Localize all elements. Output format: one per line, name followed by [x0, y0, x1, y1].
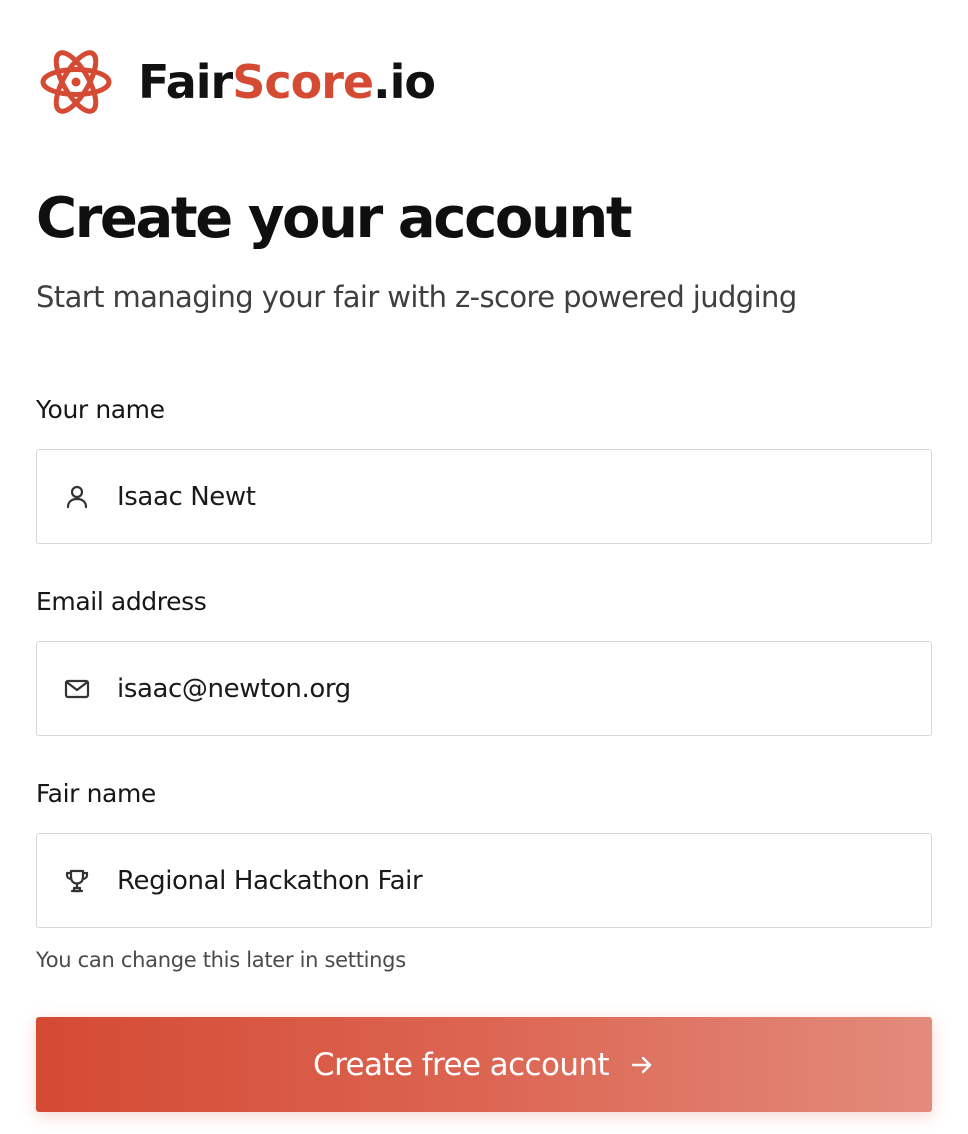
- email-field[interactable]: [36, 641, 932, 736]
- arrow-right-icon: [631, 1056, 652, 1073]
- name-field[interactable]: [36, 449, 932, 544]
- page-subtitle: Start managing your fair with z-score po…: [36, 280, 797, 314]
- create-account-button-label: Create free account: [313, 1046, 610, 1083]
- email-label: Email address: [36, 587, 207, 616]
- brand-name-part2: Score: [232, 55, 374, 109]
- fair-name-helper-text: You can change this later in settings: [36, 948, 406, 972]
- user-icon: [66, 485, 88, 508]
- fair-name-label: Fair name: [36, 779, 156, 808]
- brand: FairScore.io: [40, 42, 436, 122]
- name-label: Your name: [36, 395, 165, 424]
- name-input[interactable]: [117, 481, 877, 512]
- atom-icon: [40, 50, 112, 114]
- brand-name-part1: Fair: [138, 55, 233, 109]
- fair-name-field[interactable]: [36, 833, 932, 928]
- email-input[interactable]: [117, 673, 877, 704]
- fair-name-input[interactable]: [117, 865, 877, 896]
- create-account-button[interactable]: Create free account: [36, 1017, 932, 1112]
- mail-icon: [64, 679, 90, 698]
- trophy-icon: [65, 869, 89, 892]
- brand-name: FairScore.io: [138, 55, 436, 109]
- brand-name-part3: .io: [373, 55, 436, 109]
- page-title: Create your account: [36, 186, 633, 251]
